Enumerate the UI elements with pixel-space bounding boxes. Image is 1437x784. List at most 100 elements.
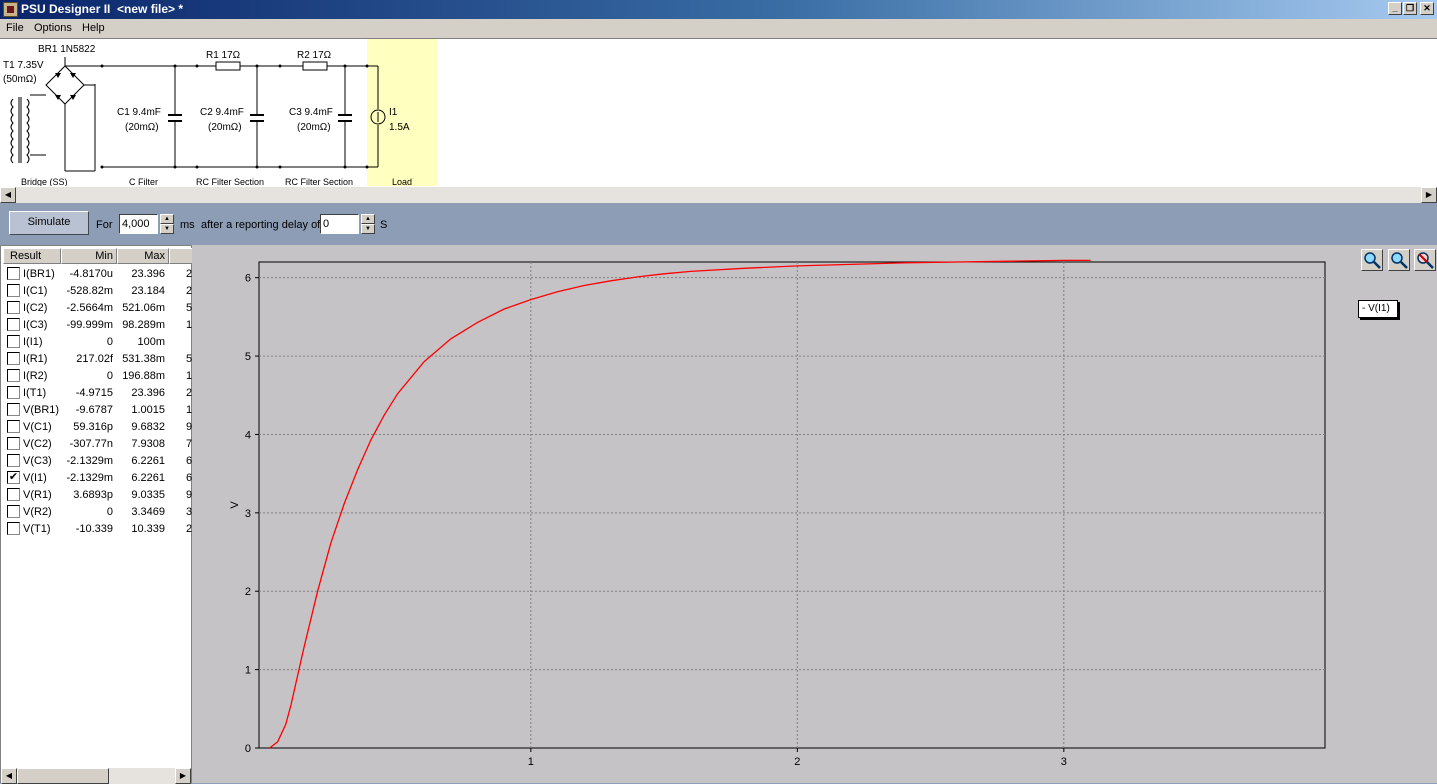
row-checkbox[interactable]: [7, 505, 20, 518]
delay-stepper[interactable]: ▲ ▼: [361, 214, 375, 234]
menu-help[interactable]: Help: [82, 22, 105, 34]
row-checkbox[interactable]: [7, 335, 20, 348]
duration-unit: ms: [180, 219, 195, 231]
menu-file[interactable]: File: [6, 22, 24, 34]
transformer-icon[interactable]: [10, 94, 46, 164]
row-checkbox[interactable]: [7, 318, 20, 331]
col-extra-header[interactable]: [169, 248, 193, 264]
row-max: 196.88m: [122, 370, 165, 382]
table-row[interactable]: I(BR1) -4.8170u 23.396 2: [1, 266, 192, 283]
row-checkbox[interactable]: [7, 403, 20, 416]
voltage-chart[interactable]: 01234561 2 3V: [192, 245, 1437, 783]
row-min: -4.8170u: [69, 268, 113, 280]
plot-area[interactable]: 0123456123V - V(I1): [192, 245, 1437, 783]
table-row[interactable]: I(T1) -4.9715 23.396 2: [1, 385, 192, 402]
simulation-bar: Simulate For 4,000 ▲ ▼ ms after a report…: [0, 203, 1437, 245]
row-max: 23.184: [131, 285, 165, 297]
table-row[interactable]: V(R1) 3.6893p 9.0335 9: [1, 487, 192, 504]
bridge-icon[interactable]: [45, 57, 96, 172]
row-max: 100m: [137, 336, 165, 348]
table-row[interactable]: V(C3) -2.1329m 6.2261 6: [1, 453, 192, 470]
c1-res: (20mΩ): [125, 122, 159, 133]
table-row[interactable]: I(R1)217.02f531.38m531: [1, 351, 192, 368]
delay-field[interactable]: 0: [320, 214, 359, 234]
capacitor-c1-icon[interactable]: [168, 66, 182, 167]
row-checkbox[interactable]: [7, 488, 20, 501]
zoom-out-icon[interactable]: [1388, 249, 1410, 271]
restore-button[interactable]: ❐: [1403, 2, 1417, 15]
simulate-button[interactable]: Simulate: [9, 211, 89, 235]
row-name: I(BR1): [23, 268, 55, 280]
col-max-header[interactable]: Max: [117, 248, 169, 264]
duration-field[interactable]: 4,000: [119, 214, 158, 234]
scroll-right-icon[interactable]: ▶: [175, 768, 191, 784]
capacitor-c2-icon[interactable]: [250, 66, 264, 167]
spin-up-icon[interactable]: ▲: [361, 214, 375, 224]
c2-name: C2 9.4mF: [200, 107, 244, 118]
row-max: 7.9308: [131, 438, 165, 450]
spin-down-icon[interactable]: ▼: [361, 224, 375, 234]
results-scrollbar[interactable]: ◀ ▶: [1, 767, 191, 784]
y-axis-label: V: [229, 501, 241, 509]
row-min: -4.9715: [75, 387, 113, 399]
row-min: -528.82m: [66, 285, 113, 297]
resistor-r2-icon[interactable]: [302, 61, 328, 71]
row-name: I(T1): [23, 387, 47, 399]
row-name: V(R2): [23, 506, 52, 518]
table-row[interactable]: I(I1) 0 100m: [1, 334, 191, 351]
row-name: V(R1): [23, 489, 52, 501]
table-row[interactable]: ✔ V(I1) -2.1329m 6.2261 6: [1, 470, 192, 487]
y-tick-label: 0: [245, 743, 251, 755]
table-row[interactable]: I(C1) -528.82m 23.184 2: [1, 283, 192, 300]
row-checkbox[interactable]: [7, 369, 20, 382]
row-max: 6.2261: [131, 455, 165, 467]
row-checkbox[interactable]: [7, 267, 20, 280]
minimize-button[interactable]: _: [1388, 2, 1402, 15]
table-row[interactable]: I(C3)-99.999m98.289m198: [1, 317, 192, 334]
zoom-in-icon[interactable]: [1361, 249, 1383, 271]
row-checkbox[interactable]: [7, 522, 20, 535]
scroll-right-icon[interactable]: ▶: [1421, 187, 1437, 203]
row-checkbox[interactable]: [7, 437, 20, 450]
table-row[interactable]: I(R2)0196.88m196: [1, 368, 192, 385]
close-button[interactable]: ✕: [1420, 2, 1434, 15]
table-row[interactable]: V(BR1) -9.6787 1.0015 1: [1, 402, 192, 419]
scroll-left-icon[interactable]: ◀: [0, 187, 16, 203]
col-result-header[interactable]: Result: [3, 248, 61, 264]
row-min: -10.339: [75, 523, 113, 535]
table-row[interactable]: I(C2)-2.5664m521.06m523: [1, 300, 192, 317]
table-row[interactable]: V(R2) 0 3.3469 3: [1, 504, 192, 521]
row-min: -2.5664m: [66, 302, 113, 314]
table-row[interactable]: V(C2) -307.77n 7.9308 7: [1, 436, 192, 453]
row-name: V(C1): [23, 421, 52, 433]
c1-name: C1 9.4mF: [117, 107, 161, 118]
row-max: 9.0335: [131, 489, 165, 501]
schematic-canvas[interactable]: BR1 1N5822 T1 7.35V (50mΩ) R1 17Ω R2 17Ω…: [0, 38, 1437, 187]
row-checkbox-checked[interactable]: ✔: [7, 471, 20, 484]
col-min-header[interactable]: Min: [61, 248, 117, 264]
table-row[interactable]: V(C1) 59.316p 9.6832 9: [1, 419, 192, 436]
row-min: 3.6893p: [73, 489, 113, 501]
row-max: 3.3469: [131, 506, 165, 518]
zoom-reset-icon[interactable]: [1414, 249, 1436, 271]
scroll-left-icon[interactable]: ◀: [1, 768, 17, 784]
row-checkbox[interactable]: [7, 352, 20, 365]
spin-down-icon[interactable]: ▼: [160, 224, 174, 234]
row-checkbox[interactable]: [7, 284, 20, 297]
delay-unit: S: [380, 219, 388, 231]
scroll-thumb[interactable]: [17, 768, 109, 784]
menu-options[interactable]: Options: [34, 22, 72, 34]
row-checkbox[interactable]: [7, 386, 20, 399]
schematic-scrollbar[interactable]: ◀ ▶: [0, 186, 1437, 203]
row-checkbox[interactable]: [7, 420, 20, 433]
duration-stepper[interactable]: ▲ ▼: [160, 214, 174, 234]
row-checkbox[interactable]: [7, 301, 20, 314]
resistor-r1-icon[interactable]: [215, 61, 241, 71]
row-name: I(C1): [23, 285, 48, 297]
row-checkbox[interactable]: [7, 454, 20, 467]
x-tick-label: 3: [1061, 756, 1067, 768]
table-row[interactable]: V(T1) -10.339 10.339 2: [1, 521, 192, 538]
x-tick-label: 2: [794, 756, 800, 768]
spin-up-icon[interactable]: ▲: [160, 214, 174, 224]
capacitor-c3-icon[interactable]: [338, 66, 352, 167]
